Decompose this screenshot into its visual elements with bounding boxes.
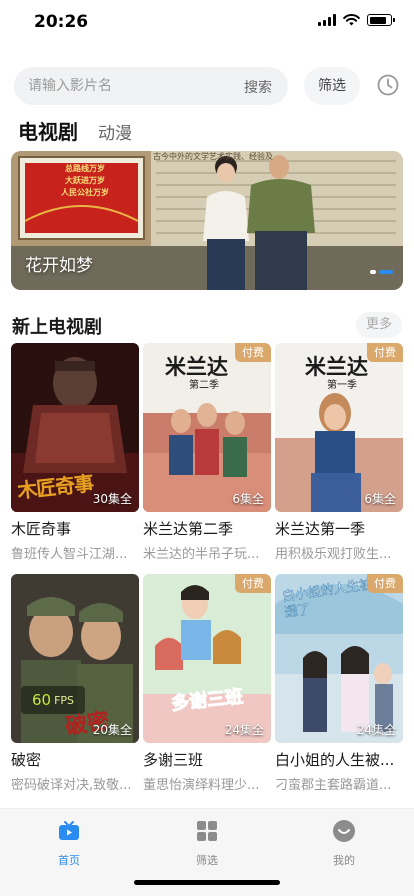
show-title: 米兰达第一季 [275,520,366,538]
show-poster: 白小姐的人生被剧透了 付费 24集全 [275,574,403,743]
status-time: 20:26 [34,12,89,32]
pagination-dot-active [379,270,393,274]
tabbar-item-profile[interactable]: 我的 [304,819,384,868]
show-card[interactable]: 米兰达 第一季 付费 6集全 米兰达第一季 用积极乐观打败生... [275,343,403,562]
tabbar-label: 首页 [58,854,80,867]
show-card[interactable]: 60 FPS 破密 20集全 破密 密码破译对决,致敬... [11,574,139,793]
show-description: 米兰达的半吊子玩... [143,547,260,562]
search-box: 搜索 [14,67,288,105]
poster-subtitle-art: 第二季 [189,380,219,391]
fps-label: FPS [54,693,75,707]
tabbar-label: 我的 [333,854,355,867]
show-description: 鲁班传人智斗江湖... [11,547,128,562]
show-title: 木匠奇事 [11,520,72,538]
show-description: 董思怡演绎料理少... [143,778,260,793]
episode-count: 24集全 [224,723,264,737]
show-description: 密码破译对决,致敬... [11,778,132,793]
banner-background-caption: 古今中外的文学艺术实践、经验及 [153,152,273,161]
tabbar-item-home[interactable]: 首页 [29,819,109,868]
paid-badge: 付费 [235,574,271,593]
history-clock-icon[interactable] [377,74,399,96]
show-poster: 60 FPS 破密 20集全 [11,574,139,743]
poster-subtitle-art: 第一季 [327,380,357,391]
show-description: 用积极乐观打败生... [275,547,392,562]
show-card[interactable]: 米兰达 第二季 付费 6集全 米兰达第二季 米兰达的半吊子玩... [143,343,271,562]
battery-icon [367,14,395,26]
show-description: 刁蛮郡主套路霸道... [275,778,392,793]
show-card[interactable]: 多谢三班 付费 24集全 多谢三班 董思怡演绎料理少... [143,574,271,793]
show-poster: 米兰达 第一季 付费 6集全 [275,343,403,512]
cellular-signal-icon [318,14,336,26]
status-icons [318,14,395,26]
tab-anime[interactable]: 动漫 [98,119,132,144]
tab-tv-series[interactable]: 电视剧 [18,116,78,145]
search-row: 搜索 筛选 [14,67,406,105]
show-poster: 木匠奇事 30集全 [11,343,139,512]
featured-banner[interactable]: 总路线万岁 大跃进万岁 人民公社万岁 古今中外的文学艺术实践、经验及 花开如梦 [11,151,403,290]
fps-value: 60 [31,691,52,709]
episode-count: 6集全 [232,492,264,506]
episode-count: 6集全 [364,492,396,506]
grid-icon [197,821,217,841]
banner-pagination [370,270,393,274]
episode-count: 20集全 [92,723,132,737]
more-button[interactable]: 更多 [356,312,402,338]
paid-badge: 付费 [367,574,403,593]
paid-badge: 付费 [235,343,271,362]
banner-sign-line: 人民公社万岁 [61,188,109,197]
status-bar: 20:26 [0,0,414,44]
home-indicator [134,880,280,885]
search-input[interactable] [28,67,228,105]
show-poster: 米兰达 第二季 付费 6集全 [143,343,271,512]
episode-count: 24集全 [356,723,396,737]
category-tabs: 电视剧 动漫 [18,116,132,145]
show-title: 多谢三班 [143,751,204,769]
search-button[interactable]: 搜索 [244,77,272,97]
show-card[interactable]: 白小姐的人生被剧透了 付费 24集全 白小姐的人生被... 刁蛮郡主套路霸道..… [275,574,403,793]
banner-sign-line: 总路线万岁 [65,164,105,173]
show-title: 米兰达第二季 [143,520,234,538]
show-title: 白小姐的人生被... [275,751,395,769]
tv-icon [59,821,79,840]
show-card[interactable]: 木匠奇事 30集全 木匠奇事 鲁班传人智斗江湖... [11,343,139,562]
show-title: 破密 [11,751,42,769]
tabbar-item-filter[interactable]: 筛选 [167,819,247,868]
show-poster: 多谢三班 付费 24集全 [143,574,271,743]
paid-badge: 付费 [367,343,403,362]
filter-button[interactable]: 筛选 [304,67,360,105]
pagination-dot [370,270,376,274]
episode-count: 30集全 [92,492,132,506]
wifi-icon [343,14,360,26]
banner-title: 花开如梦 [25,256,93,276]
section-title: 新上电视剧 [12,317,102,338]
banner-sign-text: 总路线万岁 大跃进万岁 人民公社万岁 [29,163,141,199]
banner-sign-line: 大跃进万岁 [65,176,105,185]
smile-icon [333,820,355,842]
tabbar-label: 筛选 [196,854,218,867]
